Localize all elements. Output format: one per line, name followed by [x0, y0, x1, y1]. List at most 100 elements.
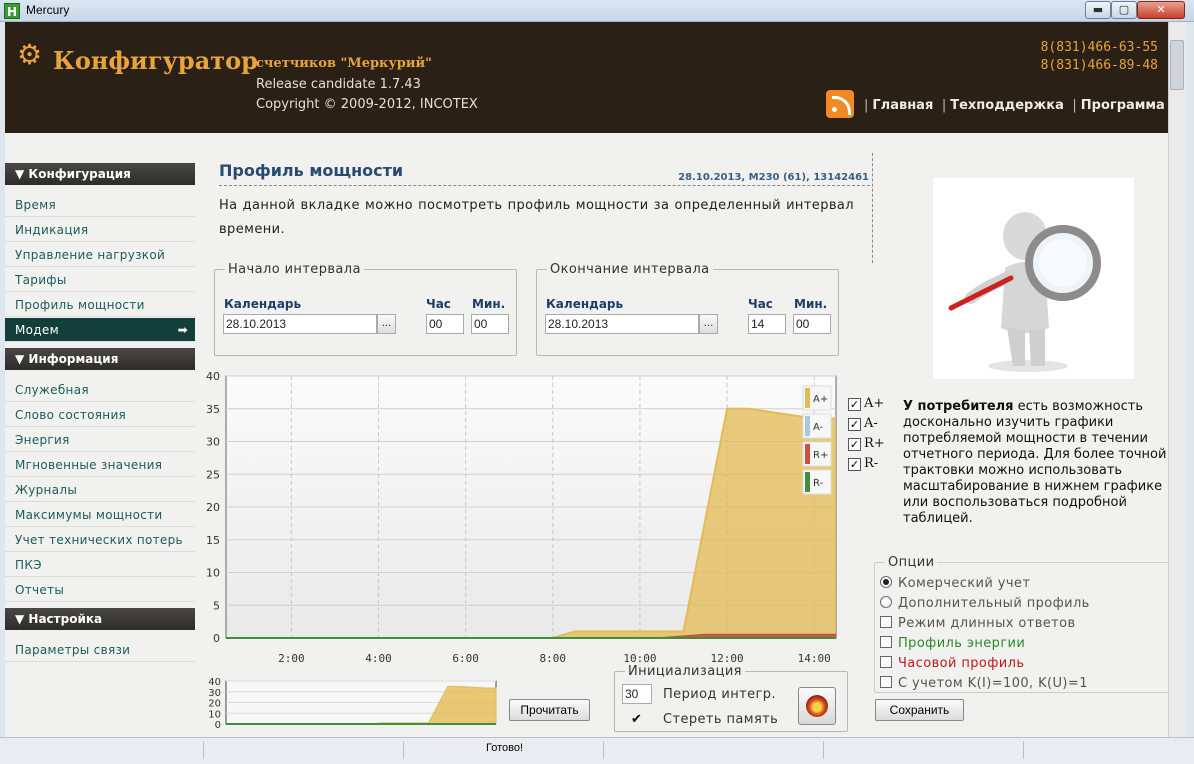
series-a-plus-checkbox[interactable]: ✓ — [848, 398, 861, 411]
options-legend: Опции — [888, 555, 935, 570]
x-tick-label: 4:00 — [365, 652, 392, 665]
phone-number: 8(831)466-89-48 — [1040, 58, 1158, 73]
option-label: Комерческий учет — [898, 576, 1031, 591]
integration-period-label: Период интегр. — [663, 687, 776, 702]
header-banner: ⚙ Конфигуратор счетчиков "Меркурий" Rele… — [5, 22, 1168, 133]
legend-swatch — [805, 444, 810, 464]
nav-link-program[interactable]: Программа — [1081, 98, 1165, 113]
sidebar-section-config[interactable]: ▼ Конфигурация — [5, 163, 195, 185]
init-run-button[interactable] — [798, 687, 836, 725]
end-hour-input[interactable]: 14 — [748, 314, 786, 334]
legend-label: A+ — [813, 394, 828, 405]
y-tick-label: 40 — [206, 370, 220, 383]
sidebar-item-status-word[interactable]: Слово состояния — [5, 403, 195, 427]
erase-memory-label: Стереть память — [663, 712, 779, 727]
series-toggle-label: A- — [864, 416, 878, 431]
overview-y-tick: 10 — [208, 709, 221, 720]
series-toggle-label: A+ — [864, 396, 885, 411]
divider — [872, 153, 873, 263]
nav-link-home[interactable]: Главная — [872, 98, 933, 113]
sidebar-section-info[interactable]: ▼ Информация — [5, 348, 195, 370]
app-icon: H — [4, 3, 20, 19]
logo-title: Конфигуратор — [53, 46, 258, 75]
overview-y-tick: 20 — [208, 699, 221, 710]
rss-icon[interactable] — [826, 90, 854, 118]
start-date-picker-button[interactable]: ... — [377, 314, 396, 334]
maximize-button[interactable]: ▢ — [1111, 1, 1137, 19]
sidebar-item-indication[interactable]: Индикация — [5, 218, 195, 242]
phone-number: 8(831)466-63-55 — [1040, 40, 1158, 55]
sidebar-item-connection-params[interactable]: Параметры связи — [5, 638, 195, 662]
logo-subtitle: счетчиков "Меркурий" — [256, 56, 432, 71]
option-label: С учетом K(I)=100, K(U)=1 — [898, 676, 1088, 691]
end-date-picker-button[interactable]: ... — [699, 314, 718, 334]
sidebar-item-reports[interactable]: Отчеты — [5, 578, 195, 602]
sidebar-item-pke[interactable]: ПКЭ — [5, 553, 195, 577]
overview-y-tick: 30 — [208, 688, 221, 699]
sidebar-item-journals[interactable]: Журналы — [5, 478, 195, 502]
window-titlebar — [0, 0, 1194, 22]
consumer-info-text: У потребителя есть возможность доскональ… — [903, 399, 1173, 527]
header-nav: | Главная | Техподдержка | Программа — [864, 98, 1165, 113]
checkbox-unchecked[interactable] — [880, 656, 892, 668]
start-hour-input[interactable]: 00 — [426, 314, 464, 334]
sidebar-item-tech-losses[interactable]: Учет технических потерь — [5, 528, 195, 552]
close-button[interactable]: ✕ — [1137, 1, 1185, 19]
checkbox-unchecked[interactable] — [880, 636, 892, 648]
legend-swatch — [805, 416, 810, 436]
sidebar-item-modem[interactable]: Модем — [5, 318, 195, 342]
device-meta: 28.10.2013, M230 (61), 13142461 — [678, 172, 869, 183]
minimize-button[interactable]: ▬ — [1085, 1, 1111, 19]
sidebar-item-time[interactable]: Время — [5, 193, 195, 217]
option-long-answers[interactable]: Режим длинных ответов — [880, 616, 1076, 636]
sidebar-item-power-max[interactable]: Максимумы мощности — [5, 503, 195, 527]
vertical-scrollbar[interactable] — [1168, 22, 1186, 737]
scrollbar-thumb[interactable] — [1170, 40, 1184, 90]
radio-selected[interactable] — [880, 576, 892, 588]
end-minute-input[interactable]: 00 — [793, 314, 831, 334]
series-r-minus-checkbox[interactable]: ✓ — [848, 458, 861, 471]
radio-unselected[interactable] — [880, 596, 892, 608]
interval-start-legend: Начало интервала — [228, 262, 361, 277]
integration-period-input[interactable]: 30 — [622, 684, 652, 704]
option-energy-profile[interactable]: Профиль энергии — [880, 636, 1025, 656]
calendar-label: Календарь — [224, 297, 302, 311]
y-tick-label: 30 — [206, 436, 220, 449]
option-additional-profile[interactable]: Дополнительный профиль — [880, 596, 1090, 616]
option-hourly-profile[interactable]: Часовой профиль — [880, 656, 1024, 676]
sidebar-item-load-control[interactable]: Управление нагрузкой — [5, 243, 195, 267]
erase-memory-checkbox[interactable]: ✔ — [631, 712, 642, 727]
y-tick-label: 15 — [206, 534, 220, 547]
init-legend: Инициализация — [628, 664, 742, 679]
start-date-input[interactable]: 28.10.2013 — [223, 314, 377, 334]
option-label: Часовой профиль — [898, 656, 1025, 671]
legend-label: R- — [813, 478, 824, 489]
sidebar-item-instant-values[interactable]: Мгновенные значения — [5, 453, 195, 477]
sidebar-item-energy[interactable]: Энергия — [5, 428, 195, 452]
series-a-minus-checkbox[interactable]: ✓ — [848, 418, 861, 431]
status-text: Готово! — [486, 742, 524, 754]
legend-swatch — [805, 388, 810, 408]
save-button[interactable]: Сохранить — [875, 699, 964, 721]
y-tick-label: 10 — [206, 567, 220, 580]
read-button[interactable]: Прочитать — [509, 699, 590, 721]
sidebar-item-service[interactable]: Служебная — [5, 378, 195, 402]
series-r-plus-checkbox[interactable]: ✓ — [848, 438, 861, 451]
sidebar-item-power-profile[interactable]: Профиль мощности — [5, 293, 195, 317]
checkbox-unchecked[interactable] — [880, 676, 892, 688]
status-divider — [823, 741, 824, 759]
sidebar-item-tariffs[interactable]: Тарифы — [5, 268, 195, 292]
divider — [219, 185, 870, 186]
start-minute-input[interactable]: 00 — [471, 314, 509, 334]
end-date-input[interactable]: 28.10.2013 — [545, 314, 699, 334]
option-commercial[interactable]: Комерческий учет — [880, 576, 1030, 596]
option-ratio[interactable]: С учетом K(I)=100, K(U)=1 — [880, 676, 1088, 696]
option-label: Дополнительный профиль — [898, 596, 1090, 611]
sidebar-section-settings[interactable]: ▼ Настройка — [5, 608, 195, 630]
flame-icon — [806, 695, 828, 717]
x-tick-label: 6:00 — [452, 652, 479, 665]
checkbox-unchecked[interactable] — [880, 616, 892, 628]
nav-link-support[interactable]: Техподдержка — [950, 98, 1064, 113]
gear-icon: ⚙ — [17, 38, 43, 71]
legend-swatch — [805, 472, 810, 492]
